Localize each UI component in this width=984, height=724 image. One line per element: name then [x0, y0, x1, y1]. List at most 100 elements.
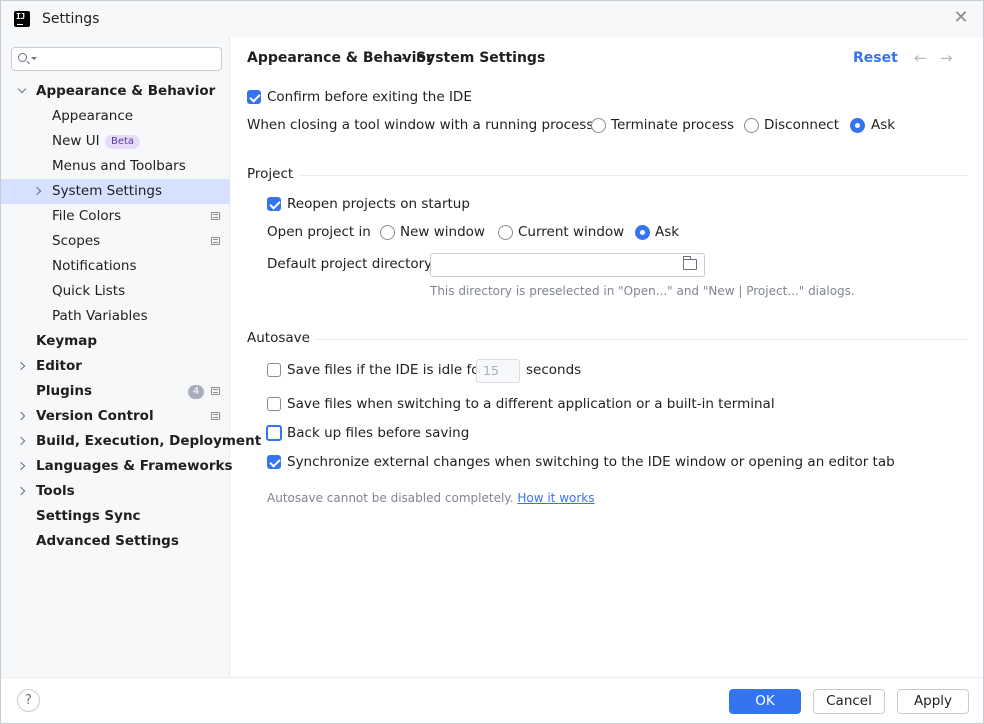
forward-arrow-icon[interactable]: →	[940, 49, 953, 67]
project-level-icon	[211, 412, 220, 420]
confirm-exit-label: Confirm before exiting the IDE	[267, 89, 472, 105]
confirm-exit-checkbox[interactable]	[247, 90, 261, 104]
sidebar-item-build-execution-deployment[interactable]: Build, Execution, Deployment	[1, 429, 261, 454]
sync-external-changes-label: Synchronize external changes when switch…	[287, 454, 895, 470]
backup-files-checkbox[interactable]	[266, 425, 282, 441]
sidebar-item-label: Settings Sync	[36, 508, 141, 524]
current-window-radio[interactable]	[498, 225, 513, 240]
help-button[interactable]: ?	[17, 689, 40, 712]
settings-search-field[interactable]	[11, 47, 222, 71]
sidebar-item-languages-frameworks[interactable]: Languages & Frameworks	[1, 454, 233, 479]
sidebar-item-system-settings[interactable]: System Settings	[1, 179, 230, 204]
sidebar-item-appearance[interactable]: Appearance	[1, 104, 230, 129]
sidebar-item-advanced-settings[interactable]: Advanced Settings	[1, 529, 230, 554]
default-directory-hint: This directory is preselected in "Open..…	[430, 284, 855, 298]
new-window-label: New window	[400, 224, 485, 240]
open-ask-radio[interactable]	[635, 225, 650, 240]
sidebar-item-label: Plugins	[36, 383, 93, 399]
autosave-note: Autosave cannot be disabled completely. …	[267, 491, 594, 505]
sidebar-item-label: Version Control	[36, 408, 154, 424]
chevron-right-icon[interactable]	[16, 486, 26, 496]
chevron-right-icon[interactable]	[16, 436, 26, 446]
sidebar-item-new-ui[interactable]: New UI Beta	[1, 129, 230, 154]
open-project-in-label: Open project in	[267, 224, 371, 240]
idle-seconds-input[interactable]: 15	[476, 359, 520, 383]
how-it-works-link[interactable]: How it works	[517, 491, 594, 505]
ok-button[interactable]: OK	[729, 689, 801, 714]
sidebar-item-label: Build, Execution, Deployment	[36, 433, 262, 449]
closing-process-label: When closing a tool window with a runnin…	[247, 117, 598, 133]
sidebar-item-label: Keymap	[36, 333, 98, 349]
chevron-right-icon[interactable]	[16, 461, 26, 471]
save-on-switch-label: Save files when switching to a different…	[287, 396, 775, 412]
reopen-projects-label: Reopen projects on startup	[287, 196, 470, 212]
save-on-switch-checkbox[interactable]	[267, 397, 281, 411]
idle-seconds-suffix: seconds	[526, 362, 582, 378]
sidebar-item-version-control[interactable]: Version Control	[1, 404, 230, 429]
project-level-icon	[211, 237, 220, 245]
sidebar-item-label: File Colors	[52, 208, 122, 224]
sidebar-item-settings-sync[interactable]: Settings Sync	[1, 504, 230, 529]
sidebar-item-label: System Settings	[52, 183, 163, 199]
sidebar-item-label: Quick Lists	[52, 283, 126, 299]
back-arrow-icon[interactable]: ←	[914, 49, 927, 67]
plugin-updates-badge: 4	[188, 385, 204, 399]
sidebar-item-label: Notifications	[52, 258, 137, 274]
settings-sidebar: Appearance & Behavior Appearance New UI …	[1, 37, 261, 677]
closing-ask-radio[interactable]	[850, 118, 865, 133]
section-divider	[314, 339, 968, 340]
chevron-right-icon[interactable]	[16, 411, 26, 421]
sidebar-item-scopes[interactable]: Scopes	[1, 229, 230, 254]
sidebar-item-appearance-behavior[interactable]: Appearance & Behavior	[1, 79, 230, 104]
sidebar-item-label: Appearance	[52, 108, 134, 124]
sync-external-changes-checkbox[interactable]	[267, 455, 281, 469]
sidebar-item-notifications[interactable]: Notifications	[1, 254, 230, 279]
sidebar-item-quick-lists[interactable]: Quick Lists	[1, 279, 230, 304]
close-icon[interactable]: ✕	[953, 9, 969, 27]
settings-window: IJ Settings ✕ Appearance & Behavior Appe…	[0, 0, 984, 724]
save-idle-checkbox[interactable]	[267, 363, 281, 377]
folder-icon[interactable]	[683, 256, 697, 270]
new-window-radio[interactable]	[380, 225, 395, 240]
breadcrumb-separator: ›	[401, 49, 407, 65]
sidebar-item-label: Languages & Frameworks	[36, 458, 233, 474]
sidebar-item-menus-toolbars[interactable]: Menus and Toolbars	[1, 154, 230, 179]
sidebar-item-label: Editor	[36, 358, 82, 374]
search-input[interactable]	[40, 50, 218, 68]
sidebar-item-label: Tools	[36, 483, 75, 499]
apply-button[interactable]: Apply	[897, 689, 969, 714]
cancel-button[interactable]: Cancel	[813, 689, 885, 714]
disconnect-radio[interactable]	[744, 118, 759, 133]
sidebar-item-plugins[interactable]: Plugins 4	[1, 379, 230, 404]
open-ask-label: Ask	[655, 224, 680, 240]
autosave-note-text: Autosave cannot be disabled completely.	[267, 491, 514, 505]
intellij-app-icon: IJ	[14, 11, 30, 27]
sidebar-item-tools[interactable]: Tools	[1, 479, 230, 504]
section-divider	[298, 175, 968, 176]
autosave-section-title: Autosave	[247, 330, 310, 346]
default-directory-field[interactable]	[430, 253, 705, 277]
chevron-down-icon[interactable]	[17, 84, 27, 94]
chevron-right-icon[interactable]	[32, 186, 42, 196]
reset-link[interactable]: Reset	[853, 50, 898, 66]
window-title: Settings	[42, 11, 100, 27]
default-directory-label: Default project directory:	[267, 256, 436, 272]
breadcrumb-current: System Settings	[416, 50, 546, 66]
closing-ask-label: Ask	[871, 117, 896, 133]
sidebar-item-keymap[interactable]: Keymap	[1, 329, 230, 354]
backup-files-label: Back up files before saving	[287, 425, 470, 441]
chevron-right-icon[interactable]	[16, 361, 26, 371]
sidebar-item-editor[interactable]: Editor	[1, 354, 230, 379]
reopen-projects-checkbox[interactable]	[267, 197, 281, 211]
search-history-dropdown-icon[interactable]	[31, 57, 37, 60]
title-bar: IJ Settings ✕	[1, 1, 983, 37]
sidebar-item-label: Path Variables	[52, 308, 148, 324]
sidebar-item-path-variables[interactable]: Path Variables	[1, 304, 230, 329]
current-window-label: Current window	[518, 224, 625, 240]
sidebar-item-label: Menus and Toolbars	[52, 158, 186, 174]
sidebar-item-label: New UI	[52, 133, 100, 149]
project-level-icon	[211, 387, 220, 395]
sidebar-item-file-colors[interactable]: File Colors	[1, 204, 230, 229]
terminate-process-label: Terminate process	[611, 117, 735, 133]
terminate-process-radio[interactable]	[591, 118, 606, 133]
